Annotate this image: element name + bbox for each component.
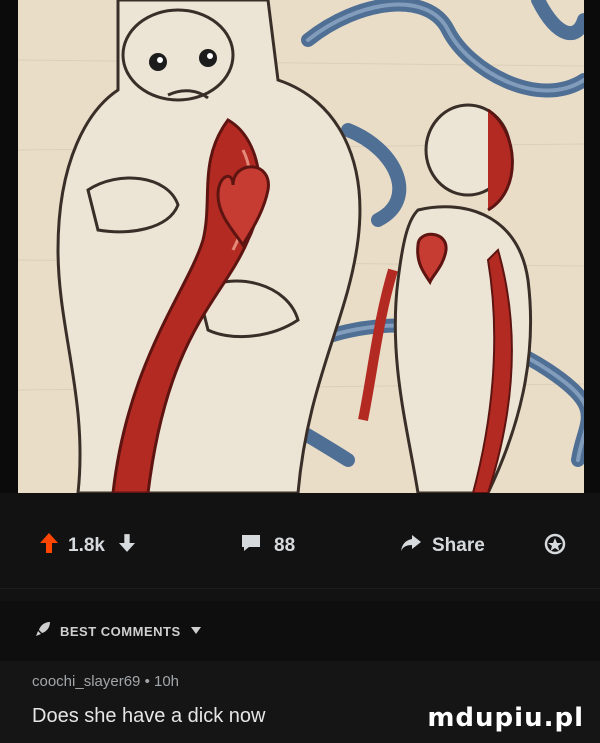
award-button[interactable] bbox=[544, 533, 566, 561]
comments-button[interactable]: 88 bbox=[240, 533, 295, 559]
illustration bbox=[18, 0, 584, 493]
upvote-count: 1.8k bbox=[68, 535, 105, 556]
comment-author[interactable]: coochi_slayer69 bbox=[32, 673, 140, 690]
share-arrow-icon bbox=[400, 533, 422, 559]
comment-text: Does she have a dick now bbox=[32, 705, 266, 727]
upvote-arrow-icon[interactable] bbox=[40, 533, 58, 559]
post-screenshot: 1.8k 88 Share BEST COMMENTS coochi_slaye… bbox=[0, 0, 600, 743]
rocket-icon bbox=[34, 620, 52, 643]
comment-item: coochi_slayer69 • 10h Does she have a di… bbox=[0, 661, 600, 743]
divider bbox=[0, 588, 600, 589]
share-label: Share bbox=[432, 535, 485, 556]
watermark: mdupiu.pl bbox=[427, 703, 584, 733]
meta-separator: • bbox=[144, 673, 154, 690]
left-pad bbox=[0, 0, 18, 493]
share-button[interactable]: Share bbox=[400, 533, 485, 559]
award-icon bbox=[544, 533, 566, 561]
comment-bubble-icon bbox=[240, 533, 262, 559]
comment-meta: coochi_slayer69 • 10h bbox=[32, 673, 179, 690]
comment-age: 10h bbox=[154, 673, 180, 690]
right-pad bbox=[584, 0, 600, 493]
post-image[interactable] bbox=[18, 0, 584, 493]
comments-count: 88 bbox=[274, 535, 296, 556]
sort-label: BEST COMMENTS bbox=[60, 623, 181, 639]
comment-sort-bar[interactable]: BEST COMMENTS bbox=[0, 601, 600, 661]
downvote-arrow-icon[interactable] bbox=[118, 534, 135, 558]
upvote-group: 1.8k bbox=[40, 533, 135, 559]
chevron-down-icon bbox=[190, 622, 201, 640]
post-actions-bar: 1.8k 88 Share bbox=[0, 493, 600, 601]
